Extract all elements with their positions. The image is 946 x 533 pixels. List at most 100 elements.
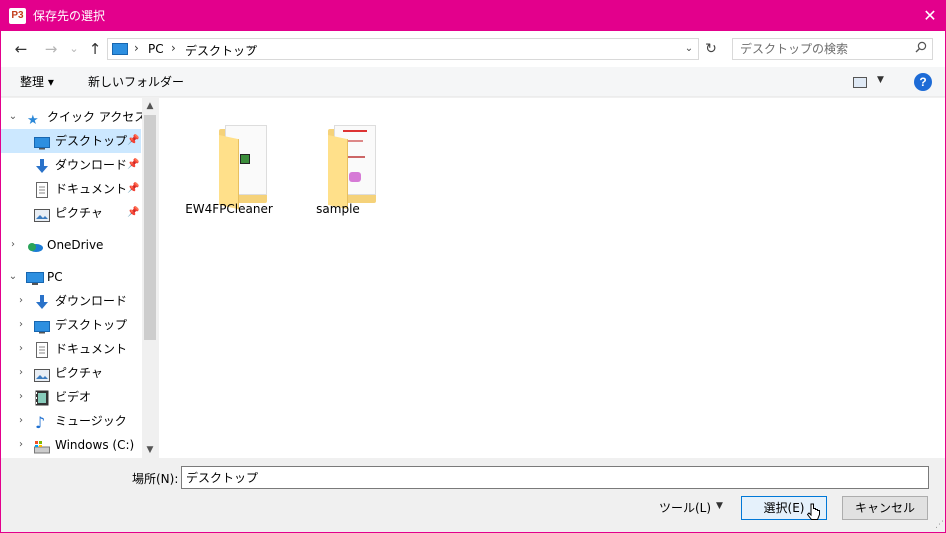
tools-button[interactable]: ツール(L) bbox=[659, 500, 711, 516]
chevron-right-icon[interactable]: › bbox=[171, 41, 176, 55]
recent-locations-button[interactable]: ⌄ bbox=[65, 40, 83, 58]
organize-button[interactable]: 整理 ▾ bbox=[20, 74, 54, 90]
chevron-right-icon[interactable]: › bbox=[15, 433, 27, 457]
cancel-button[interactable]: キャンセル bbox=[842, 496, 928, 520]
breadcrumb-pc[interactable]: PC bbox=[148, 42, 164, 56]
chevron-right-icon[interactable]: › bbox=[15, 409, 27, 433]
pictures-icon bbox=[34, 206, 50, 222]
pin-icon[interactable]: 📌 bbox=[127, 153, 139, 177]
tree-item-quick-pictures[interactable]: ピクチャ 📌 bbox=[1, 201, 141, 225]
music-icon: ♪ bbox=[35, 413, 46, 432]
tree-label: OneDrive bbox=[47, 238, 104, 252]
save-location-dialog: P3 保存先の選択 ✕ ← → ⌄ ↑ › PC › デスクトップ › ⌄ ↻ … bbox=[0, 0, 946, 533]
desktop-icon bbox=[34, 318, 50, 334]
help-button[interactable]: ? bbox=[914, 73, 932, 91]
location-label: 場所(N): bbox=[132, 472, 179, 486]
chevron-down-icon[interactable]: ⌄ bbox=[682, 41, 696, 57]
tree-label: クイック アクセス bbox=[47, 110, 147, 124]
title-bar: P3 保存先の選択 ✕ bbox=[1, 1, 945, 31]
tree-label: デスクトップ bbox=[55, 318, 128, 332]
pictures-icon bbox=[34, 366, 50, 382]
tree-label: ドキュメント bbox=[55, 342, 128, 356]
tree-item-quick-access[interactable]: ⌄ ★ クイック アクセス bbox=[1, 105, 146, 129]
new-folder-button[interactable]: 新しいフォルダー bbox=[88, 74, 184, 90]
chevron-right-icon[interactable]: › bbox=[248, 41, 253, 55]
folder-icon bbox=[314, 115, 376, 210]
scrollbar-thumb[interactable] bbox=[144, 115, 156, 340]
tree-item-pc-documents[interactable]: › ドキュメント bbox=[1, 337, 141, 361]
pin-icon[interactable]: 📌 bbox=[127, 129, 139, 153]
address-bar[interactable]: › PC › デスクトップ › ⌄ bbox=[107, 38, 699, 60]
tree-label: ダウンロード bbox=[55, 294, 128, 308]
tree-item-onedrive[interactable]: › OneDrive bbox=[1, 233, 141, 257]
back-button[interactable]: ← bbox=[12, 40, 30, 58]
drive-icon bbox=[34, 438, 50, 454]
tree-item-quick-downloads[interactable]: ダウンロード 📌 bbox=[1, 153, 141, 177]
file-list: EW4FPCleaner sample bbox=[159, 98, 945, 458]
chevron-right-icon[interactable]: › bbox=[15, 337, 27, 361]
desktop-icon bbox=[34, 134, 50, 150]
tree-item-pc-drive-c[interactable]: › Windows (C:) bbox=[1, 433, 141, 457]
onedrive-icon bbox=[26, 238, 43, 252]
caret-down-icon[interactable]: ▼ bbox=[716, 501, 723, 511]
navigation-bar: ← → ⌄ ↑ › PC › デスクトップ › ⌄ ↻ bbox=[1, 31, 945, 67]
chevron-right-icon[interactable]: › bbox=[15, 361, 27, 385]
command-toolbar: 整理 ▾ 新しいフォルダー ▼ ? bbox=[1, 67, 945, 97]
tree-item-pc-downloads[interactable]: › ダウンロード bbox=[1, 289, 141, 313]
up-button[interactable]: ↑ bbox=[86, 40, 104, 58]
refresh-button[interactable]: ↻ bbox=[701, 39, 721, 59]
close-button[interactable]: ✕ bbox=[915, 1, 945, 31]
folder-item[interactable]: sample bbox=[290, 110, 386, 220]
tree-label: デスクトップ bbox=[55, 134, 128, 148]
pin-icon[interactable]: 📌 bbox=[127, 177, 139, 201]
search-icon[interactable] bbox=[915, 41, 927, 57]
tree-label: ダウンロード bbox=[55, 158, 128, 172]
chevron-right-icon[interactable]: › bbox=[7, 233, 19, 257]
scroll-up-icon[interactable]: ▲ bbox=[142, 98, 158, 114]
download-icon bbox=[34, 294, 50, 309]
star-icon: ★ bbox=[27, 113, 39, 128]
location-field[interactable] bbox=[181, 466, 929, 489]
chevron-down-icon[interactable]: ⌄ bbox=[7, 105, 19, 129]
navigation-pane: ⌄ ★ クイック アクセス デスクトップ 📌 ダウンロード 📌 ドキュメント 📌… bbox=[1, 98, 158, 458]
tree-label: ピクチャ bbox=[55, 366, 103, 380]
search-box[interactable] bbox=[732, 38, 933, 60]
folder-item[interactable]: EW4FPCleaner bbox=[181, 110, 277, 220]
tree-label: ミュージック bbox=[55, 414, 127, 428]
chevron-down-icon[interactable]: ⌄ bbox=[7, 265, 19, 289]
scroll-down-icon[interactable]: ▼ bbox=[142, 442, 158, 458]
pin-icon[interactable]: 📌 bbox=[127, 201, 139, 225]
tree-label: ピクチャ bbox=[55, 206, 103, 220]
chevron-right-icon[interactable]: › bbox=[134, 41, 139, 55]
view-icon bbox=[853, 77, 867, 88]
tree-item-pc-music[interactable]: › ♪ ミュージック bbox=[1, 409, 141, 433]
change-view-button[interactable]: ▼ bbox=[851, 75, 891, 91]
tree-label: Windows (C:) bbox=[55, 438, 135, 452]
chevron-right-icon[interactable]: › bbox=[15, 313, 27, 337]
chevron-right-icon[interactable]: › bbox=[15, 385, 27, 409]
tree-item-quick-desktop[interactable]: デスクトップ 📌 bbox=[1, 129, 141, 153]
tree-label: PC bbox=[47, 270, 63, 284]
tree-item-pc[interactable]: ⌄ PC bbox=[1, 265, 141, 289]
tree-item-pc-pictures[interactable]: › ピクチャ bbox=[1, 361, 141, 385]
breadcrumb-desktop[interactable]: デスクトップ bbox=[185, 42, 257, 59]
document-icon bbox=[35, 342, 51, 358]
chevron-right-icon[interactable]: › bbox=[15, 289, 27, 313]
caret-down-icon: ▼ bbox=[877, 75, 884, 85]
tree-label: ビデオ bbox=[55, 390, 92, 404]
navpane-scrollbar[interactable]: ▲ ▼ bbox=[142, 98, 158, 458]
folder-name: sample bbox=[316, 202, 360, 216]
resize-grip-icon[interactable]: ⋰ bbox=[935, 520, 944, 530]
pc-icon bbox=[26, 270, 44, 285]
forward-button[interactable]: → bbox=[42, 40, 60, 58]
bottom-panel: 場所(N): ツール(L) ▼ 選択(E) キャンセル ⋰ bbox=[1, 458, 945, 532]
folder-icon bbox=[205, 115, 267, 210]
tree-label: ドキュメント bbox=[55, 182, 128, 196]
search-input[interactable] bbox=[733, 39, 903, 59]
powerpoint-app-icon: P3 bbox=[9, 8, 26, 24]
tree-item-pc-desktop[interactable]: › デスクトップ bbox=[1, 313, 141, 337]
document-icon bbox=[35, 182, 51, 198]
tree-item-quick-documents[interactable]: ドキュメント 📌 bbox=[1, 177, 141, 201]
tree-item-pc-videos[interactable]: › ビデオ bbox=[1, 385, 141, 409]
pc-icon bbox=[112, 43, 128, 55]
